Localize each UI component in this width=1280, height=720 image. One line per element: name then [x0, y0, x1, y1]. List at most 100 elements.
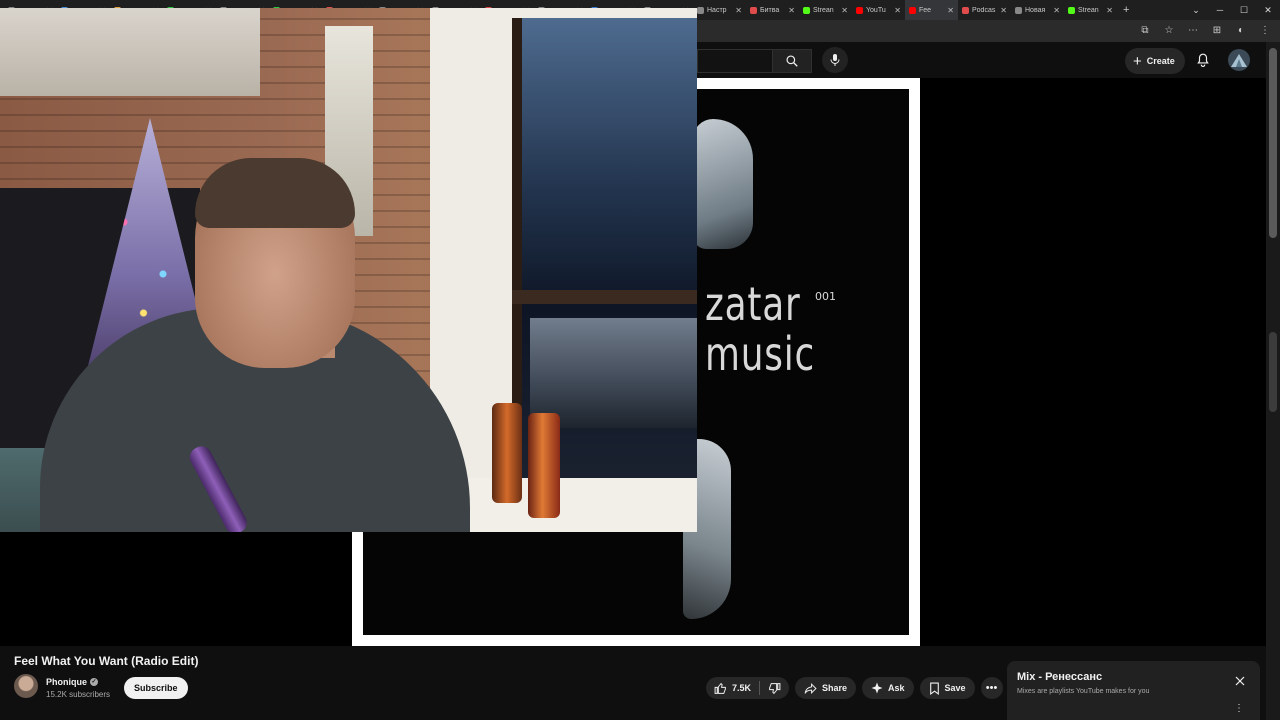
video-actions: 7.5K Share Ask Save ••• — [706, 677, 1003, 699]
mix-more-icon[interactable]: ⋮ — [1234, 703, 1244, 714]
profile-icon[interactable]: ◐ — [1234, 23, 1248, 37]
dislike-button[interactable] — [760, 677, 789, 699]
browser-tab[interactable]: YouTu ✕ — [852, 0, 905, 20]
album-title: zatar music — [705, 279, 815, 379]
window-controls: ⌄ ─ ☐ ✕ — [1184, 0, 1280, 20]
tab-favicon-icon — [856, 6, 863, 14]
more-horizontal-icon: ••• — [985, 682, 998, 694]
ask-label: Ask — [888, 683, 905, 693]
close-mix-button[interactable] — [1232, 673, 1248, 689]
ask-button[interactable]: Ask — [862, 677, 914, 699]
close-window-button[interactable]: ✕ — [1256, 0, 1280, 20]
tab-close-icon[interactable]: ✕ — [1000, 6, 1007, 15]
browser-tab[interactable]: Новая ✕ — [1011, 0, 1064, 20]
like-button[interactable]: 7.5K — [706, 677, 759, 699]
tab-title: Podcas — [972, 6, 996, 14]
create-label: Create — [1146, 56, 1175, 66]
webcam-window-bar — [512, 290, 697, 304]
page-scrollbar[interactable] — [1266, 42, 1280, 720]
tab-favicon-icon — [803, 6, 810, 14]
tab-title: Strean — [1078, 6, 1099, 14]
share-button[interactable]: Share — [795, 677, 857, 699]
browser-tab[interactable]: Fee ✕ — [905, 0, 958, 20]
tab-close-icon[interactable]: ✕ — [841, 6, 848, 15]
subscriber-count: 15.2K subscribers — [46, 690, 111, 699]
bell-icon — [1197, 53, 1209, 67]
webcam-houses — [530, 318, 697, 428]
tab-title: Настр — [707, 6, 727, 14]
tab-close-icon[interactable]: ✕ — [894, 6, 901, 15]
chevron-down-icon[interactable]: ⌄ — [1184, 0, 1208, 20]
album-number: 001 — [815, 290, 836, 303]
channel-name[interactable]: Phonique — [46, 677, 87, 687]
screen: ✕✕✕✕✕✕✕✕✕✕✕✕кашп✕Настр✕Битва✕Strean✕YouT… — [0, 0, 1280, 720]
tab-favicon-icon — [909, 6, 916, 14]
webcam-person-hair — [195, 158, 355, 228]
mix-subtitle: Mixes are playlists YouTube makes for yo… — [1017, 688, 1150, 695]
browser-tab[interactable]: Настр ✕ — [693, 0, 746, 20]
album-title-line2: music — [705, 327, 815, 381]
video-title: Feel What You Want (Radio Edit) — [14, 654, 199, 668]
browser-tab[interactable]: Podcas ✕ — [958, 0, 1011, 20]
webcam-window-sill — [440, 478, 697, 532]
tab-favicon-icon — [962, 6, 969, 14]
save-button[interactable]: Save — [919, 677, 975, 699]
webcam-ceiling — [0, 8, 260, 96]
mix-playlist-panel[interactable]: Mix - Ренессанс Mixes are playlists YouT… — [1007, 661, 1260, 720]
avatar-image-icon — [1231, 54, 1247, 67]
tab-favicon-icon — [1068, 6, 1075, 14]
sparkle-icon — [871, 682, 883, 694]
album-title-line1: zatar — [705, 277, 801, 331]
share-icon — [804, 682, 817, 694]
webcam-spray-can — [528, 413, 560, 518]
notifications-button[interactable] — [1193, 50, 1213, 70]
tab-close-icon[interactable]: ✕ — [1106, 6, 1113, 15]
search-button[interactable] — [772, 49, 812, 73]
share-label: Share — [822, 683, 848, 693]
tab-title: Битва — [760, 6, 780, 14]
tab-favicon-icon — [750, 6, 757, 14]
channel-name-row[interactable]: Phonique ✓ — [46, 677, 98, 687]
maximize-button[interactable]: ☐ — [1232, 0, 1256, 20]
save-label: Save — [944, 683, 966, 693]
tab-close-icon[interactable]: ✕ — [1053, 6, 1060, 15]
like-dislike-group: 7.5K — [706, 677, 790, 699]
open-in-app-icon[interactable]: ⧉ — [1138, 23, 1152, 37]
close-icon — [1235, 676, 1245, 686]
extensions-puzzle-icon[interactable]: ⊞ — [1210, 23, 1224, 37]
tab-close-icon[interactable]: ✕ — [788, 6, 795, 15]
search-icon — [786, 55, 798, 67]
plus-icon: + — [1133, 52, 1142, 70]
browser-tab[interactable]: Битва ✕ — [746, 0, 799, 20]
browser-tab[interactable]: Strean ✕ — [1064, 0, 1117, 20]
tab-favicon-icon — [1015, 6, 1022, 14]
tab-favicon-icon — [697, 6, 704, 14]
tab-close-icon[interactable]: ✕ — [947, 6, 954, 15]
toolbar-icons: ⧉ ☆ ⋯ ⊞ ◐ ⋮ — [1138, 23, 1272, 37]
webcam-overlay — [0, 8, 697, 532]
browser-tab[interactable]: Strean ✕ — [799, 0, 852, 20]
more-actions-button[interactable]: ••• — [980, 677, 1003, 699]
voice-search-button[interactable] — [822, 47, 848, 73]
extension-icon[interactable]: ⋯ — [1186, 23, 1200, 37]
bookmark-star-icon[interactable]: ☆ — [1162, 23, 1176, 37]
create-button[interactable]: + Create — [1125, 48, 1185, 74]
microphone-icon — [830, 54, 840, 66]
like-count: 7.5K — [732, 683, 752, 693]
search-input[interactable] — [697, 49, 772, 73]
tab-title: Новая — [1025, 6, 1046, 14]
mix-title[interactable]: Mix - Ренессанс — [1017, 671, 1102, 683]
thumbs-down-icon — [769, 682, 781, 694]
scrollbar-thumb[interactable] — [1269, 48, 1277, 238]
menu-icon[interactable]: ⋮ — [1258, 23, 1272, 37]
webcam-spray-can — [492, 403, 522, 503]
tab-title: YouTu — [866, 6, 886, 14]
minimize-button[interactable]: ─ — [1208, 0, 1232, 20]
thumbs-up-icon — [714, 682, 726, 694]
channel-avatar[interactable] — [14, 674, 38, 698]
scrollbar-track-mark — [1269, 332, 1277, 412]
subscribe-button[interactable]: Subscribe — [124, 677, 188, 699]
account-avatar[interactable] — [1228, 49, 1250, 71]
new-tab-button[interactable]: + — [1117, 4, 1135, 16]
tab-close-icon[interactable]: ✕ — [735, 6, 742, 15]
